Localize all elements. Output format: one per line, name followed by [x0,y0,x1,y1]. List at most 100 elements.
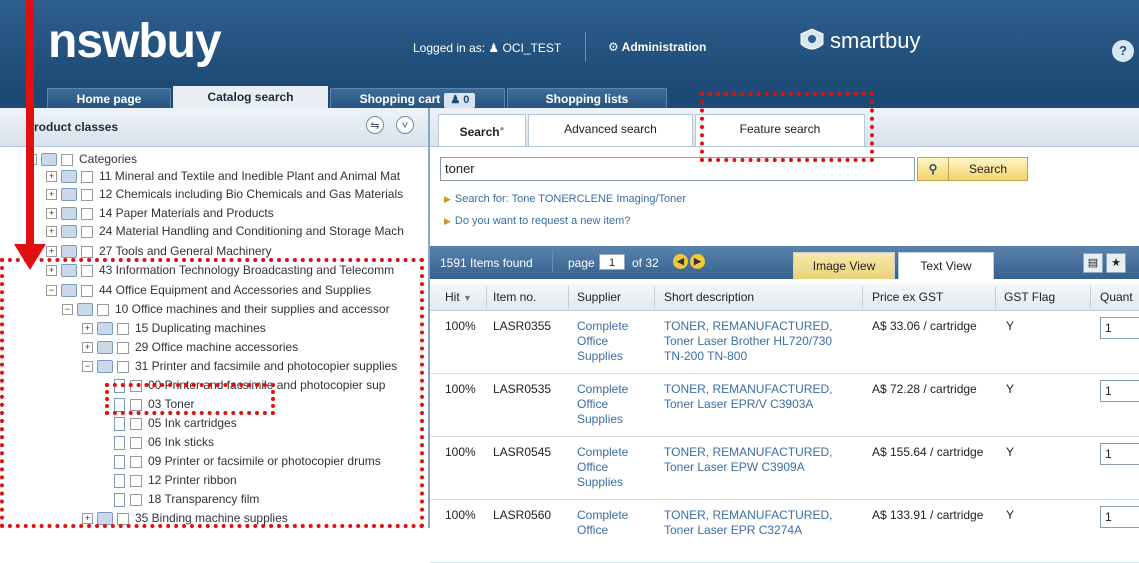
supplier-link[interactable]: Supplies [577,475,623,490]
tab-label: Search [459,125,500,139]
tree-node-label: 27 Tools and General Machinery [99,244,272,258]
quantity-input[interactable]: 1 [1100,506,1139,528]
supplier-link[interactable]: Office [577,523,608,538]
search-suggestion-text: Search for: Tone TONERCLENE Imaging/Tone… [454,193,687,205]
search-icon[interactable]: ⚲ [917,157,949,181]
folder-icon [61,245,77,259]
supplier-link[interactable]: Complete [577,382,628,397]
col-hit[interactable]: Hit ▼ [445,290,472,304]
tab-advanced-search[interactable]: Advanced search [528,114,693,146]
tree-node[interactable]: +14 Paper Materials and Products [46,204,274,222]
folder-icon [61,170,77,184]
sort-down-icon: ▼ [463,293,472,303]
tab-home-page[interactable]: Home page [47,88,171,108]
triangle-icon: ▶ [444,194,451,204]
supplier-link[interactable]: Complete [577,445,628,460]
description-link[interactable]: TONER, REMANUFACTURED, [664,508,832,523]
supplier-link[interactable]: Supplies [577,412,623,427]
col-item-no[interactable]: Item no. [493,290,536,304]
quantity-input[interactable]: 1 [1100,317,1139,339]
expand-icon[interactable]: + [46,171,57,183]
expand-icon[interactable]: + [46,246,57,258]
search-button[interactable]: Search [949,157,1028,181]
col-hit-label: Hit [445,290,460,304]
page-number-input[interactable]: 1 [599,254,625,270]
tree-checkbox[interactable] [81,188,93,201]
triangle-icon: ▶ [444,216,451,226]
help-icon[interactable]: ? [1112,40,1134,62]
nswbuy-logo[interactable]: nswbuy [48,14,222,69]
price-cell: A$ 133.91 / cartridge [872,508,984,522]
tree-node[interactable]: +11 Mineral and Textile and Inedible Pla… [46,167,400,185]
tab-shopping-cart[interactable]: Shopping cart ♟ 0 [330,88,505,108]
request-new-item-link[interactable]: ▶ Do you want to request a new item? [444,215,630,227]
search-suggestion-link[interactable]: ▶ Search for: Tone TONERCLENE Imaging/Ton… [444,193,686,205]
folder-icon [61,207,77,221]
col-supplier[interactable]: Supplier [577,290,621,304]
tree-node[interactable]: +24 Material Handling and Conditioning a… [46,222,404,240]
hit-cell: 100% [445,445,476,459]
description-link[interactable]: Toner Laser Brother HL720/730 [664,334,832,349]
col-gst-flag[interactable]: GST Flag [1004,290,1055,304]
logged-in-status: Logged in as: ♟ OCI_TEST [413,41,561,55]
description-link[interactable]: Toner Laser EPR/V C3903A [664,397,813,412]
tree-node-label: 24 Material Handling and Conditioning an… [99,224,404,238]
col-price[interactable]: Price ex GST [872,290,943,304]
col-quantity[interactable]: Quant [1100,290,1133,304]
quantity-input[interactable]: 1 [1100,380,1139,402]
tree-node[interactable]: +12 Chemicals including Bio Chemicals an… [46,185,403,203]
supplier-link[interactable]: Complete [577,508,628,523]
quantity-input[interactable]: 1 [1100,443,1139,465]
gst-flag-cell: Y [1006,382,1015,396]
gst-flag-cell: Y [1006,319,1015,333]
text-view-tab[interactable]: Text View [898,252,994,279]
col-short-description[interactable]: Short description [664,290,754,304]
page-total: of 32 [632,256,659,270]
tree-node-label: Categories [79,152,138,166]
supplier-link[interactable]: Office [577,397,608,412]
tree-node[interactable]: −Categories [26,150,137,168]
crest-icon [797,26,827,56]
chevron-down-icon[interactable]: ˅ [396,116,414,134]
tree-checkbox[interactable] [81,207,93,220]
logged-in-label: Logged in as: [413,41,486,55]
item-no-cell: LASR0535 [493,382,552,396]
image-view-tab[interactable]: Image View [793,252,895,279]
tree-checkbox[interactable] [81,170,93,183]
description-link[interactable]: Toner Laser EPW C3909A [664,460,805,475]
admin-icon: ⚙ [608,40,619,54]
expand-icon[interactable]: + [46,208,57,220]
hit-cell: 100% [445,319,476,333]
description-link[interactable]: TONER, REMANUFACTURED, [664,382,832,397]
collapse-all-icon[interactable]: ⇋ [366,116,384,134]
supplier-link[interactable]: Office [577,334,608,349]
tree-checkbox[interactable] [81,225,93,238]
supplier-link[interactable]: Office [577,460,608,475]
description-link[interactable]: TONER, REMANUFACTURED, [664,445,832,460]
tab-search[interactable]: Search● [438,114,526,146]
supplier-link[interactable]: Supplies [577,349,623,364]
folder-icon [41,153,57,167]
expand-icon[interactable]: + [46,226,57,238]
supplier-link[interactable]: Complete [577,319,628,334]
next-page-icon[interactable]: ▶ [690,254,705,269]
tree-node-label: 12 Chemicals including Bio Chemicals and… [99,187,404,201]
description-link[interactable]: TN-200 TN-800 [664,349,747,364]
tab-shopping-lists[interactable]: Shopping lists [507,88,667,108]
annotation-box-toner [105,383,275,415]
tree-checkbox[interactable] [61,153,73,166]
tree-checkbox[interactable] [81,245,93,258]
export-icon[interactable]: ▤ [1083,253,1103,273]
description-link[interactable]: TONER, REMANUFACTURED, [664,319,832,334]
toolbar-divider [552,250,553,272]
administration-link[interactable]: ⚙ Administration [608,40,706,54]
product-classes-title: roduct classes [34,120,119,134]
favorites-icon[interactable]: ★ [1106,253,1126,273]
tab-catalog-search[interactable]: Catalog search [173,86,328,108]
description-link[interactable]: Toner Laser EPR C3274A [664,523,802,538]
expand-icon[interactable]: + [46,189,57,201]
annotation-arrow-shaft [26,0,34,250]
col-divider [568,286,569,308]
product-classes-header: roduct classes ⇋ ˅ [0,108,428,147]
prev-page-icon[interactable]: ◀ [673,254,688,269]
